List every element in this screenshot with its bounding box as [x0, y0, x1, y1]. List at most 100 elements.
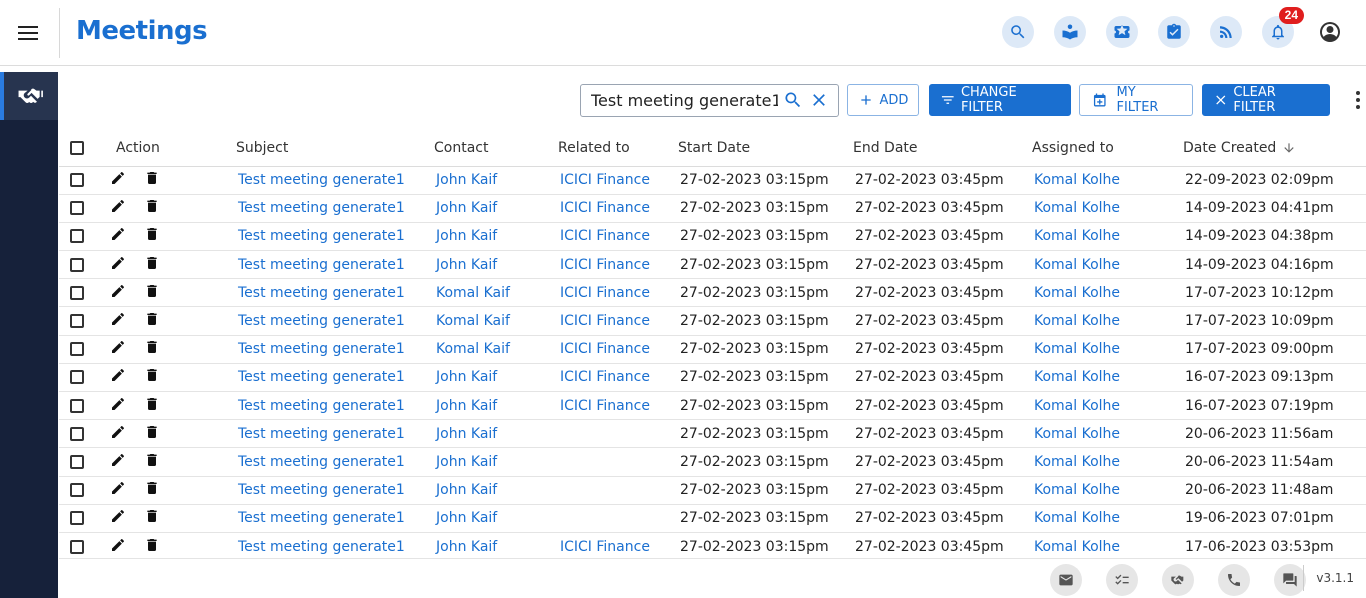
clear-search-close-icon[interactable] [808, 89, 830, 111]
hamburger-menu-icon[interactable] [16, 22, 40, 42]
phone-icon[interactable] [1218, 564, 1250, 596]
contact-link[interactable]: John Kaif [436, 454, 497, 470]
edit-pencil-icon[interactable] [110, 311, 126, 331]
row-checkbox[interactable] [70, 370, 84, 385]
contact-link[interactable]: John Kaif [436, 172, 497, 188]
edit-pencil-icon[interactable] [110, 367, 126, 387]
related-to-link[interactable]: ICICI Finance [560, 369, 650, 385]
assigned-to-link[interactable]: Komal Kolhe [1034, 398, 1120, 414]
edit-pencil-icon[interactable] [110, 226, 126, 246]
edit-pencil-icon[interactable] [110, 508, 126, 528]
related-to-link[interactable]: ICICI Finance [560, 539, 650, 555]
contact-link[interactable]: John Kaif [436, 539, 497, 555]
delete-trash-icon[interactable] [144, 396, 160, 416]
delete-trash-icon[interactable] [144, 283, 160, 303]
more-options-kebab-icon[interactable] [1350, 88, 1366, 112]
column-header-date-created[interactable]: Date Created [1183, 130, 1366, 167]
related-to-link[interactable]: ICICI Finance [560, 341, 650, 357]
add-button[interactable]: ADD [847, 84, 920, 116]
edit-pencil-icon[interactable] [110, 480, 126, 500]
assigned-to-link[interactable]: Komal Kolhe [1034, 510, 1120, 526]
related-to-link[interactable]: ICICI Finance [560, 200, 650, 216]
row-checkbox[interactable] [70, 257, 84, 272]
column-header-assigned-to[interactable]: Assigned to [1032, 130, 1183, 167]
assigned-to-link[interactable]: Komal Kolhe [1034, 228, 1120, 244]
search-icon[interactable] [782, 89, 804, 111]
table-row[interactable]: Test meeting generate1 John Kaif ICICI Fin… [59, 391, 1366, 421]
delete-trash-icon[interactable] [144, 198, 160, 218]
delete-trash-icon[interactable] [144, 367, 160, 387]
delete-trash-icon[interactable] [144, 311, 160, 331]
table-row[interactable]: Test meeting generate1 Komal Kaif ICICI Fi… [59, 335, 1366, 364]
assigned-to-link[interactable]: Komal Kolhe [1034, 313, 1120, 329]
row-checkbox[interactable] [70, 173, 84, 188]
related-to-link[interactable]: ICICI Finance [560, 228, 650, 244]
knowledge-base-icon[interactable] [1054, 16, 1086, 48]
select-all-checkbox[interactable] [70, 140, 84, 155]
contact-link[interactable]: John Kaif [436, 482, 497, 498]
table-row[interactable]: Test meeting generate1 John Kaif 27-02-202… [59, 504, 1366, 533]
row-checkbox[interactable] [70, 342, 84, 357]
handshake-icon[interactable] [1162, 564, 1194, 596]
assigned-to-link[interactable]: Komal Kolhe [1034, 369, 1120, 385]
column-header-subject[interactable]: Subject [236, 130, 434, 167]
edit-pencil-icon[interactable] [110, 255, 126, 275]
column-header-start-date[interactable]: Start Date [678, 130, 853, 167]
assigned-to-link[interactable]: Komal Kolhe [1034, 285, 1120, 301]
column-header-related-to[interactable]: Related to [558, 130, 678, 167]
subject-link[interactable]: Test meeting generate1 [238, 426, 405, 442]
contact-link[interactable]: Komal Kaif [436, 341, 510, 357]
row-checkbox[interactable] [70, 229, 84, 244]
contact-link[interactable]: John Kaif [436, 228, 497, 244]
contact-link[interactable]: Komal Kaif [436, 285, 510, 301]
assigned-to-link[interactable]: Komal Kolhe [1034, 426, 1120, 442]
edit-pencil-icon[interactable] [110, 424, 126, 444]
contact-link[interactable]: John Kaif [436, 200, 497, 216]
change-filter-button[interactable]: CHANGE FILTER [929, 84, 1071, 116]
column-header-end-date[interactable]: End Date [853, 130, 1032, 167]
edit-pencil-icon[interactable] [110, 170, 126, 190]
table-row[interactable]: Test meeting generate1 John Kaif ICICI Fin… [59, 166, 1366, 195]
edit-pencil-icon[interactable] [110, 339, 126, 359]
my-filter-button[interactable]: MY FILTER [1078, 84, 1193, 116]
assigned-to-link[interactable]: Komal Kolhe [1034, 172, 1120, 188]
assigned-to-link[interactable]: Komal Kolhe [1034, 539, 1120, 555]
contact-link[interactable]: John Kaif [436, 369, 497, 385]
assigned-to-link[interactable]: Komal Kolhe [1034, 200, 1120, 216]
contact-link[interactable]: Komal Kaif [436, 313, 510, 329]
related-to-link[interactable]: ICICI Finance [560, 398, 650, 414]
table-row[interactable]: Test meeting generate1 John Kaif ICICI Fin… [59, 194, 1366, 223]
edit-pencil-icon[interactable] [110, 396, 126, 416]
sidebar-item-meetings[interactable] [0, 72, 58, 120]
table-row[interactable]: Test meeting generate1 John Kaif ICICI Fin… [59, 532, 1366, 562]
subject-link[interactable]: Test meeting generate1 [238, 482, 405, 498]
table-row[interactable]: Test meeting generate1 Komal Kaif ICICI Fi… [59, 306, 1366, 336]
subject-link[interactable]: Test meeting generate1 [238, 257, 405, 273]
table-row[interactable]: Test meeting generate1 John Kaif 27-02-202… [59, 476, 1366, 505]
edit-pencil-icon[interactable] [110, 452, 126, 472]
table-row[interactable]: Test meeting generate1 John Kaif 27-02-202… [59, 447, 1366, 477]
table-row[interactable]: Test meeting generate1 John Kaif ICICI Fin… [59, 250, 1366, 280]
table-row[interactable]: Test meeting generate1 John Kaif ICICI Fin… [59, 363, 1366, 393]
clear-filter-button[interactable]: CLEAR FILTER [1201, 84, 1331, 116]
chat-icon[interactable] [1274, 564, 1306, 596]
search-icon[interactable] [1002, 16, 1034, 48]
row-checkbox[interactable] [70, 398, 84, 413]
subject-link[interactable]: Test meeting generate1 [238, 313, 405, 329]
subject-link[interactable]: Test meeting generate1 [238, 539, 405, 555]
subject-link[interactable]: Test meeting generate1 [238, 369, 405, 385]
subject-link[interactable]: Test meeting generate1 [238, 341, 405, 357]
delete-trash-icon[interactable] [144, 424, 160, 444]
subject-link[interactable]: Test meeting generate1 [238, 510, 405, 526]
assigned-to-link[interactable]: Komal Kolhe [1034, 257, 1120, 273]
subject-link[interactable]: Test meeting generate1 [238, 398, 405, 414]
delete-trash-icon[interactable] [144, 339, 160, 359]
row-checkbox[interactable] [70, 314, 84, 329]
assigned-to-link[interactable]: Komal Kolhe [1034, 482, 1120, 498]
notification-bell-icon[interactable]: 24 [1262, 7, 1304, 48]
row-checkbox[interactable] [70, 539, 84, 554]
subject-link[interactable]: Test meeting generate1 [238, 200, 405, 216]
assigned-to-link[interactable]: Komal Kolhe [1034, 454, 1120, 470]
subject-link[interactable]: Test meeting generate1 [238, 454, 405, 470]
related-to-link[interactable]: ICICI Finance [560, 172, 650, 188]
